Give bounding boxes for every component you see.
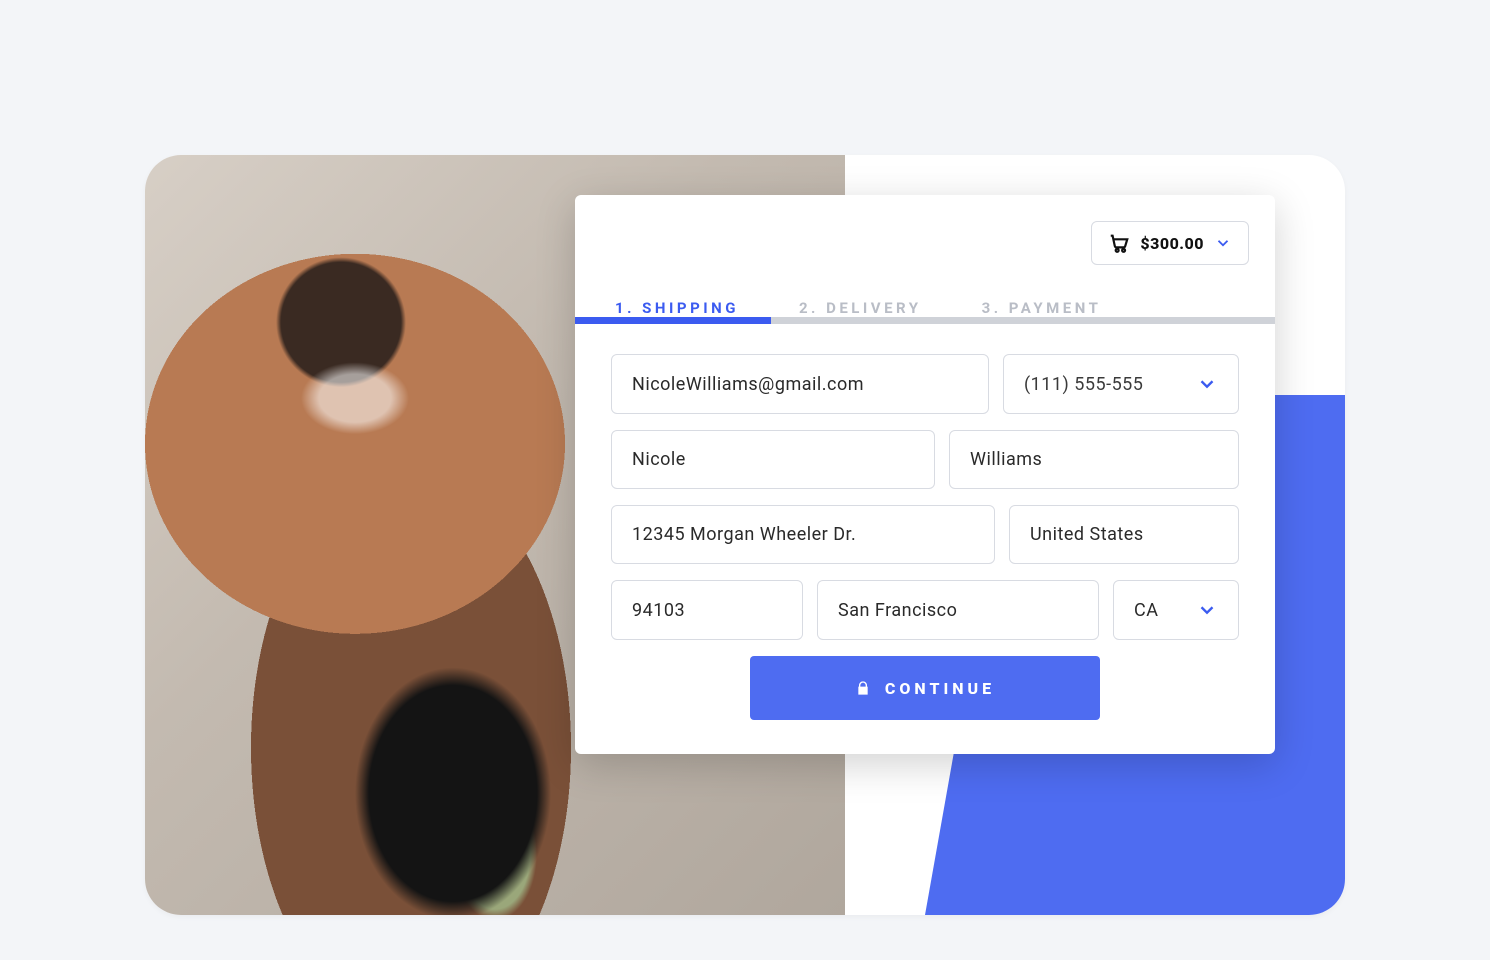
checkout-panel: $300.00 1. SHIPPING 2. DELIVERY 3. PAYME… (575, 195, 1275, 754)
city-field[interactable]: San Francisco (817, 580, 1099, 640)
step-delivery[interactable]: 2. DELIVERY (799, 299, 922, 317)
email-field[interactable]: NicoleWilliams@gmail.com (611, 354, 989, 414)
city-value: San Francisco (838, 600, 1078, 621)
step-progress-fill (575, 317, 771, 324)
continue-label: CONTINUE (885, 679, 995, 698)
step-progress-bar (575, 317, 1275, 324)
lock-icon (855, 679, 871, 697)
last-name-field[interactable]: Williams (949, 430, 1239, 489)
cart-icon (1108, 232, 1130, 254)
address-value: 12345 Morgan Wheeler Dr. (632, 524, 974, 545)
chevron-down-icon (1196, 373, 1218, 395)
phone-field[interactable]: (111) 555-555 (1003, 354, 1239, 414)
continue-button[interactable]: CONTINUE (750, 656, 1100, 720)
country-field[interactable]: United States (1009, 505, 1239, 564)
page-canvas: $300.00 1. SHIPPING 2. DELIVERY 3. PAYME… (0, 0, 1490, 960)
shipping-form: NicoleWilliams@gmail.com (111) 555-555 N… (575, 324, 1275, 754)
last-name-value: Williams (970, 449, 1218, 470)
checkout-steps: 1. SHIPPING 2. DELIVERY 3. PAYMENT (575, 277, 1275, 317)
cart-summary-button[interactable]: $300.00 (1091, 221, 1249, 265)
address-field[interactable]: 12345 Morgan Wheeler Dr. (611, 505, 995, 564)
zip-field[interactable]: 94103 (611, 580, 803, 640)
state-select[interactable]: CA (1113, 580, 1239, 640)
country-value: United States (1030, 524, 1218, 545)
phone-value: (111) 555-555 (1024, 374, 1186, 395)
cart-total: $300.00 (1140, 234, 1204, 253)
checkout-header: $300.00 (575, 195, 1275, 277)
zip-value: 94103 (632, 600, 782, 621)
state-value: CA (1134, 600, 1186, 621)
showcase-card: $300.00 1. SHIPPING 2. DELIVERY 3. PAYME… (145, 155, 1345, 915)
first-name-value: Nicole (632, 449, 914, 470)
first-name-field[interactable]: Nicole (611, 430, 935, 489)
chevron-down-icon (1196, 599, 1218, 621)
step-payment[interactable]: 3. PAYMENT (982, 299, 1102, 317)
email-value: NicoleWilliams@gmail.com (632, 374, 968, 395)
step-shipping[interactable]: 1. SHIPPING (615, 299, 739, 317)
chevron-down-icon (1214, 234, 1232, 252)
